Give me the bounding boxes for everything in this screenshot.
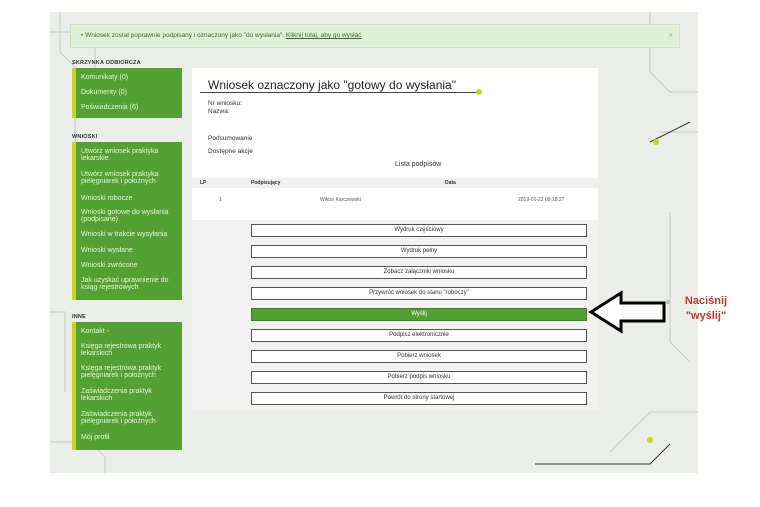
back-to-start-button[interactable]: Powrót do strony startowej <box>251 392 587 405</box>
sidebar-item-ksiega-lekarskich[interactable]: Księga rejestrowa praktyk lekarskich <box>76 343 181 357</box>
sidebar-item-komunikaty[interactable]: Komunikaty (0) <box>76 74 181 81</box>
sidebar-item-zaswiadczenia-lekarskich[interactable]: Zaświadczenia praktyk lekarskich <box>76 388 181 402</box>
print-partial-button[interactable]: Wydruk częściowy <box>251 224 587 237</box>
sidebar-item-dokumenty[interactable]: Dokumenty (0) <box>76 89 181 96</box>
left-arrow-icon <box>588 290 666 334</box>
name-label: Nazwa: <box>208 108 230 115</box>
cell-lp: 1 <box>219 197 222 203</box>
success-notice: • Wniosek został poprawnie podpisany i o… <box>70 24 680 48</box>
notice-text: • Wniosek został poprawnie podpisany i o… <box>81 32 285 39</box>
sign-list-title: Lista podpisów <box>395 161 442 168</box>
download-signature-button[interactable]: Pobierz podpis wniosku <box>251 371 587 384</box>
view-attachments-button[interactable]: Zobacz załączniki wniosku <box>251 266 587 279</box>
page-title: Wniosek oznaczony jako "gotowy do wysłan… <box>208 78 456 92</box>
sidebar-item-zaswiadczenia-pielegniarek[interactable]: Zaświadczenia praktyk pielęgniarek i poło… <box>76 411 181 425</box>
send-link[interactable]: Kliknij tutaj, aby go wysłać <box>286 32 362 39</box>
wnioski-menu: Utwórz wniosek praktyka lekarskie Utwórz … <box>72 142 182 300</box>
sidebar-item-w-trakcie[interactable]: Wnioski w trakcie wysyłania <box>76 231 181 238</box>
annotation-text: Naciśnij "wyślij" <box>684 295 728 322</box>
restore-draft-button[interactable]: Przywróć wniosek do stanu "roboczy" <box>251 287 587 300</box>
inbox-menu: Komunikaty (0) Dokumenty (0) Poświadczen… <box>72 68 182 118</box>
sign-electronically-button[interactable]: Podpisz elektronicznie <box>251 329 587 342</box>
sidebar-item-utworz-pielegniarek[interactable]: Utwórz wniosek praktyka pielęgniarek i po… <box>76 171 181 185</box>
sidebar-item-kontakt[interactable]: Kontakt - <box>76 328 181 335</box>
title-underline <box>200 92 478 93</box>
sidebar-item-ksiega-pielegniarek[interactable]: Księga rejestrowa praktyk pielęgniarek i … <box>76 365 181 379</box>
print-full-button[interactable]: Wydruk pełny <box>251 245 587 258</box>
inbox-heading: SKRZYNKA ODBIORCZA <box>72 60 141 66</box>
summary-label: Podsumowanie <box>208 135 253 142</box>
actions-label: Dostępne akcje <box>208 148 253 155</box>
send-button[interactable]: Wyślij <box>251 308 587 321</box>
inne-menu: Kontakt - Księga rejestrowa praktyk lekar… <box>72 322 182 450</box>
download-application-button[interactable]: Pobierz wniosek <box>251 350 587 363</box>
col-header-data: Data <box>445 180 456 186</box>
cell-signer: Wiktor Karczewski <box>320 197 361 203</box>
cell-date: 2019-01-22 09:18:27 <box>518 197 565 203</box>
sidebar-item-uprawnienie[interactable]: Jak uzyskać uprawnienie do ksiąg rejestro… <box>76 277 181 291</box>
close-icon[interactable]: × <box>668 25 673 47</box>
col-header-podpisujacy: Podpisujący <box>251 180 281 186</box>
nr-label: Nr wniosku: <box>208 100 242 107</box>
inne-heading: INNE <box>72 314 86 320</box>
col-header-lp: LP <box>200 180 207 186</box>
sidebar-item-poswiadczenia[interactable]: Poświadczenia (6) <box>76 104 181 111</box>
title-dot <box>476 89 482 95</box>
sidebar-item-utworz-lekarskie[interactable]: Utwórz wniosek praktyka lekarskie <box>76 148 181 162</box>
sidebar-item-gotowe[interactable]: Wnioski gotowe do wysłania (podpisane) <box>76 209 181 223</box>
wnioski-heading: WNIOSKI <box>72 134 98 140</box>
sidebar-item-zwrocone[interactable]: Wnioski zwrócone <box>76 262 181 269</box>
sidebar-item-wyslane[interactable]: Wnioski wysłane <box>76 247 181 254</box>
sidebar-item-moj-profil[interactable]: Mój profil <box>76 434 181 441</box>
sidebar-item-robocze[interactable]: Wnioski robocze <box>76 195 181 202</box>
